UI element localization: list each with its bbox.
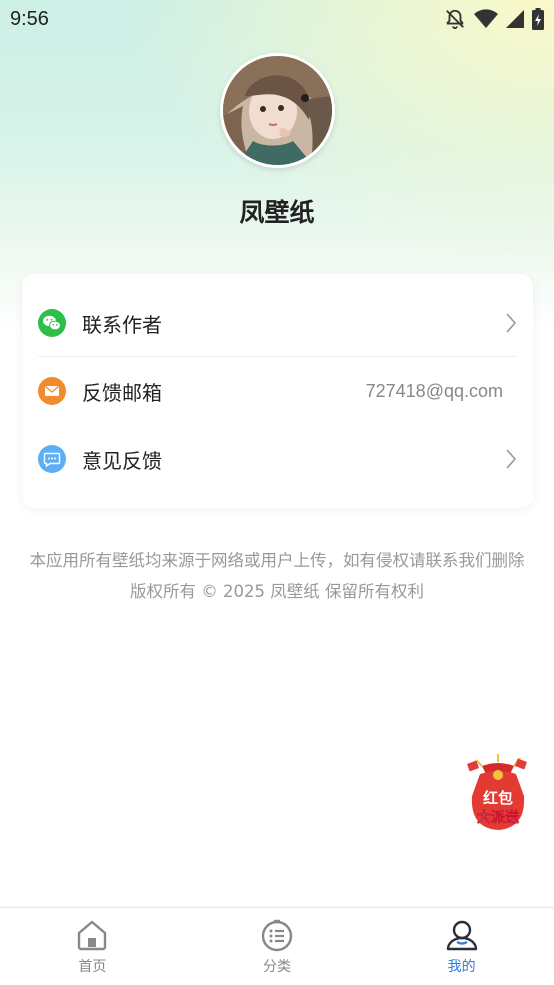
user-icon <box>446 920 477 951</box>
tab-category[interactable]: 分类 <box>185 908 370 985</box>
home-icon <box>78 920 107 951</box>
tab-home[interactable]: 首页 <box>0 908 185 985</box>
tab-mine[interactable]: 我的 <box>369 908 554 985</box>
bottom-tab-bar: 首页 分类 我的 <box>0 907 554 985</box>
status-time: 9:56 <box>10 7 49 30</box>
copyright-text: 版权所有 © 2025 凤壁纸 保留所有权利 <box>130 582 424 601</box>
avatar-image <box>223 56 332 165</box>
menu-card: 联系作者 反馈邮箱 727418@qq.com 意见反馈 <box>22 274 533 508</box>
footer-text: 本应用所有壁纸均来源于网络或用户上传，如有侵权请联系我们删除 版权所有 © 20… <box>24 545 530 607</box>
mail-icon <box>38 377 66 405</box>
signal-icon <box>506 10 524 28</box>
chevron-right-icon <box>506 449 517 469</box>
disclaimer-text: 本应用所有壁纸均来源于网络或用户上传，如有侵权请联系我们删除 <box>29 551 525 570</box>
message-icon <box>38 445 66 473</box>
status-icons <box>444 8 544 30</box>
avatar[interactable] <box>220 53 335 168</box>
opinion-feedback-row[interactable]: 意见反馈 <box>22 425 533 493</box>
tab-mine-label: 我的 <box>447 959 476 975</box>
app-name: 凤壁纸 <box>239 198 315 227</box>
category-icon <box>261 919 293 952</box>
tab-category-label: 分类 <box>263 959 291 975</box>
opinion-feedback-label: 意见反馈 <box>82 448 162 473</box>
red-packet-promo[interactable]: 红包 大派送 <box>462 752 534 834</box>
red-packet-icon: 红包 大派送 <box>467 754 527 830</box>
feedback-email-value[interactable]: 727418@qq.com <box>366 381 503 402</box>
status-bar: 9:56 <box>0 0 554 38</box>
feedback-email-row[interactable]: 反馈邮箱 727418@qq.com <box>22 357 533 425</box>
contact-author-label: 联系作者 <box>82 312 162 337</box>
battery-charging-icon <box>532 8 544 30</box>
tab-home-label: 首页 <box>78 959 107 975</box>
promo-text-line2: 大派送 <box>477 809 520 826</box>
wechat-icon <box>38 309 66 337</box>
contact-author-row[interactable]: 联系作者 <box>22 289 533 357</box>
promo-text-line1: 红包 <box>483 789 513 807</box>
wifi-icon <box>474 9 498 28</box>
feedback-email-label: 反馈邮箱 <box>82 380 162 405</box>
chevron-right-icon <box>506 313 517 333</box>
bell-off-icon <box>446 9 464 30</box>
